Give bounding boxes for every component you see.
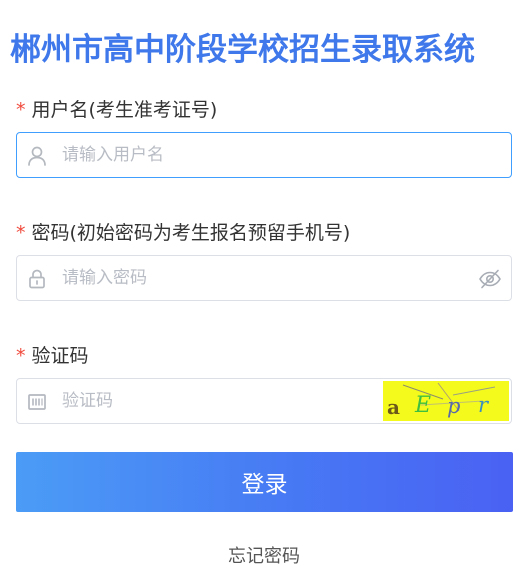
- password-label: * 密码(初始密码为考生报名预留手机号): [16, 218, 350, 245]
- captcha-char-3: p: [447, 394, 460, 418]
- required-mark: *: [16, 345, 26, 367]
- page-title: 郴州市高中阶段学校招生录取系统: [10, 32, 475, 68]
- captcha-char-1: a: [387, 395, 400, 419]
- required-mark: *: [16, 222, 26, 244]
- required-mark: *: [16, 99, 26, 121]
- captcha-icon: [28, 394, 46, 410]
- captcha-input[interactable]: [62, 379, 322, 423]
- username-field[interactable]: [16, 132, 512, 178]
- forgot-password-link[interactable]: 忘记密码: [0, 542, 528, 568]
- lock-icon: [29, 269, 45, 289]
- password-label-text: 密码(初始密码为考生报名预留手机号): [31, 222, 351, 244]
- captcha-field[interactable]: a E p r: [16, 378, 512, 424]
- username-label: * 用户名(考生准考证号): [16, 95, 217, 122]
- captcha-label: * 验证码: [16, 341, 89, 368]
- captcha-image[interactable]: a E p r: [383, 381, 509, 421]
- user-icon: [28, 146, 46, 166]
- password-input[interactable]: [62, 256, 422, 300]
- login-page: 郴州市高中阶段学校招生录取系统 *用户名(考生准考证号) *密码(初始密码为考生…: [0, 0, 528, 583]
- eye-hidden-icon[interactable]: [478, 268, 502, 290]
- username-label-text: 用户名(考生准考证号): [31, 99, 218, 121]
- login-button[interactable]: 登录: [16, 452, 513, 512]
- username-input[interactable]: [62, 133, 422, 177]
- captcha-char-2: E: [414, 393, 431, 418]
- captcha-label-text: 验证码: [31, 345, 89, 367]
- captcha-char-4: r: [478, 393, 490, 417]
- captcha-graphic: a E p r: [387, 382, 496, 419]
- password-field[interactable]: [16, 255, 512, 301]
